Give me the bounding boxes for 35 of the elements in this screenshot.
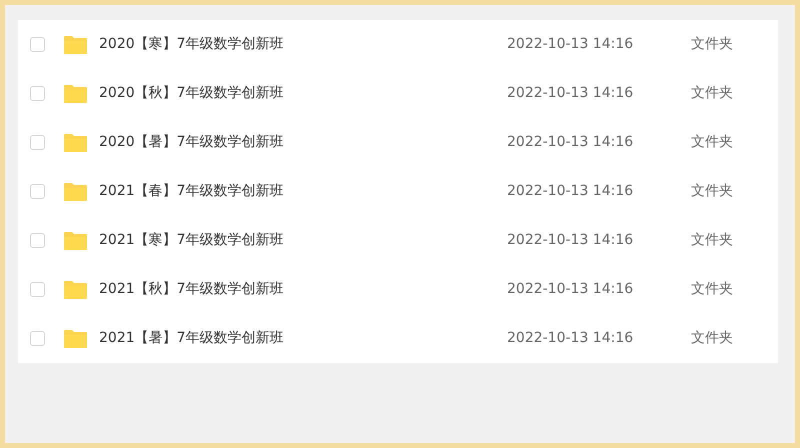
folder-icon [63, 84, 88, 104]
folder-icon [63, 182, 88, 202]
folder-name: 2021【春】7年级数学创新班 [99, 182, 285, 201]
file-type: 文件夹 [691, 231, 733, 250]
folder-name: 2020【秋】7年级数学创新班 [99, 84, 285, 103]
file-type: 文件夹 [691, 35, 733, 54]
folder-name: 2021【暑】7年级数学创新班 [99, 329, 285, 348]
modified-date: 2022-10-13 14:16 [507, 182, 634, 201]
checkbox[interactable] [30, 135, 45, 150]
folder-name: 2021【寒】7年级数学创新班 [99, 231, 285, 250]
folder-name: 2020【暑】7年级数学创新班 [99, 133, 285, 152]
checkbox[interactable] [30, 282, 45, 297]
folder-icon [63, 132, 88, 152]
file-type: 文件夹 [691, 329, 733, 348]
file-type: 文件夹 [691, 280, 733, 299]
file-type: 文件夹 [691, 182, 733, 201]
file-type: 文件夹 [691, 133, 733, 152]
modified-date: 2022-10-13 14:16 [507, 35, 634, 54]
folder-name: 2020【寒】7年级数学创新班 [99, 35, 285, 54]
modified-date: 2022-10-13 14:16 [507, 280, 634, 299]
checkbox[interactable] [30, 331, 45, 346]
folder-name: 2021【秋】7年级数学创新班 [99, 280, 285, 299]
file-type: 文件夹 [691, 84, 733, 103]
checkbox[interactable] [30, 233, 45, 248]
modified-date: 2022-10-13 14:16 [507, 329, 634, 348]
modified-date: 2022-10-13 14:16 [507, 231, 634, 250]
checkbox[interactable] [30, 37, 45, 52]
checkbox[interactable] [30, 86, 45, 101]
folder-icon [63, 328, 88, 348]
folder-icon [63, 34, 88, 54]
folder-icon [63, 230, 88, 250]
modified-date: 2022-10-13 14:16 [507, 133, 634, 152]
checkbox[interactable] [30, 184, 45, 199]
modified-date: 2022-10-13 14:16 [507, 84, 634, 103]
folder-icon [63, 280, 88, 300]
